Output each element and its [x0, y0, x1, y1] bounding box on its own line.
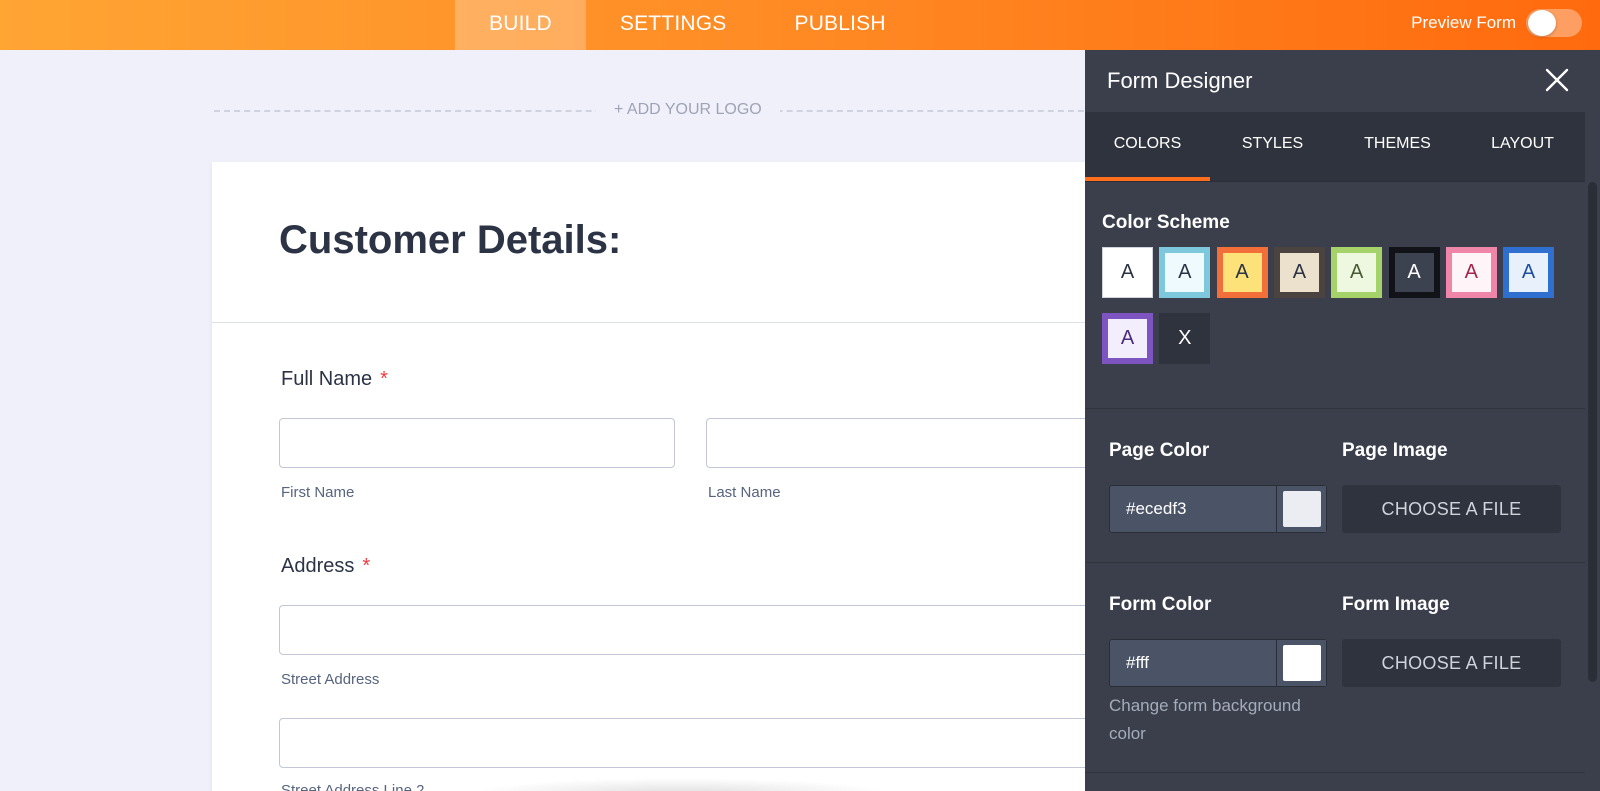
- form-card: Customer Details: Full Name * First Name …: [212, 162, 1129, 791]
- swatch-label: A: [1394, 253, 1434, 292]
- street-address-line2-sublabel: Street Address Line 2: [281, 782, 425, 791]
- color-scheme-swatch[interactable]: A: [1503, 247, 1555, 298]
- color-scheme-swatch[interactable]: A: [1102, 247, 1153, 298]
- last-name-sublabel: Last Name: [708, 484, 781, 501]
- builder-tabs: BUILD SETTINGS PUBLISH: [455, 0, 920, 50]
- preview-form-toggle[interactable]: [1526, 9, 1582, 37]
- color-scheme-swatch[interactable]: A: [1331, 247, 1383, 298]
- form-color-help-text: Change form background color: [1109, 696, 1301, 743]
- street-address-input[interactable]: [279, 605, 1129, 655]
- required-asterisk: *: [380, 368, 388, 390]
- page-color-picker[interactable]: [1276, 486, 1326, 532]
- swatch-label: A: [1165, 253, 1205, 292]
- tab-build[interactable]: BUILD: [455, 0, 586, 50]
- color-scheme-swatch[interactable]: A: [1102, 313, 1153, 364]
- close-icon[interactable]: [1543, 66, 1571, 94]
- section-divider: [1085, 562, 1585, 563]
- color-scheme-swatch[interactable]: A: [1445, 247, 1497, 298]
- section-divider: [1085, 772, 1585, 773]
- swatch-label: A: [1108, 319, 1147, 358]
- full-name-label: Full Name *: [281, 368, 388, 391]
- tab-colors[interactable]: COLORS: [1085, 112, 1210, 181]
- designer-tabs: COLORS STYLES THEMES LAYOUT: [1085, 112, 1585, 182]
- swatch-label: A: [1451, 253, 1491, 292]
- swatch-label: A: [1279, 253, 1319, 292]
- color-scheme-swatch[interactable]: A: [1273, 247, 1325, 298]
- color-scheme-swatch[interactable]: A: [1216, 247, 1268, 298]
- swatch-label: A: [1108, 253, 1147, 292]
- color-scheme-title: Color Scheme: [1102, 212, 1230, 233]
- required-asterisk: *: [362, 555, 371, 577]
- form-designer-panel: Form Designer COLORS STYLES THEMES LAYOU…: [1085, 50, 1585, 791]
- page-image-title: Page Image: [1342, 440, 1448, 461]
- page-image-choose-button[interactable]: CHOOSE A FILE: [1342, 485, 1561, 533]
- form-image-choose-button[interactable]: CHOOSE A FILE: [1342, 639, 1561, 687]
- preview-form-control: Preview Form: [1411, 9, 1582, 37]
- form-color-field[interactable]: #fff: [1109, 639, 1327, 687]
- tab-layout[interactable]: LAYOUT: [1460, 112, 1585, 181]
- toggle-knob: [1528, 10, 1556, 36]
- drop-shadow: [470, 778, 890, 791]
- add-logo-link[interactable]: + ADD YOUR LOGO: [596, 101, 780, 119]
- preview-form-label: Preview Form: [1411, 13, 1516, 32]
- street-address-line2-input[interactable]: [279, 718, 1129, 768]
- swatch-label: X: [1165, 319, 1205, 358]
- color-scheme-swatch[interactable]: A: [1159, 247, 1211, 298]
- section-divider: [1085, 408, 1585, 409]
- form-color-swatch: [1282, 645, 1321, 681]
- scrollbar-thumb[interactable]: [1588, 182, 1597, 682]
- form-color-picker[interactable]: [1276, 640, 1326, 686]
- first-name-input[interactable]: [279, 418, 675, 468]
- swatch-label: A: [1337, 253, 1377, 292]
- swatch-label: A: [1509, 253, 1549, 292]
- form-image-title: Form Image: [1342, 594, 1450, 615]
- last-name-input[interactable]: [706, 418, 1126, 468]
- designer-scrollbar[interactable]: [1585, 50, 1600, 791]
- address-label: Address *: [281, 555, 370, 578]
- reset-color-scheme-button[interactable]: X: [1159, 313, 1211, 364]
- title-divider: [212, 322, 1112, 323]
- top-navigation-bar: BUILD SETTINGS PUBLISH Preview Form: [0, 0, 1600, 50]
- swatch-label: A: [1222, 253, 1262, 292]
- page-color-swatch: [1282, 491, 1321, 527]
- page-color-field[interactable]: #ecedf3: [1109, 485, 1327, 533]
- designer-title: Form Designer: [1107, 68, 1253, 93]
- tab-themes[interactable]: THEMES: [1335, 112, 1460, 181]
- tab-publish[interactable]: PUBLISH: [760, 0, 919, 50]
- street-address-sublabel: Street Address: [281, 671, 380, 688]
- first-name-sublabel: First Name: [281, 484, 355, 501]
- tab-settings[interactable]: SETTINGS: [586, 0, 761, 50]
- color-scheme-swatch[interactable]: A: [1388, 247, 1440, 298]
- form-color-value[interactable]: #fff: [1110, 640, 1276, 686]
- page-color-value[interactable]: #ecedf3: [1110, 486, 1276, 532]
- designer-header: Form Designer: [1085, 50, 1585, 112]
- form-title[interactable]: Customer Details:: [279, 218, 621, 263]
- form-color-title: Form Color: [1109, 594, 1212, 615]
- address-label-text: Address: [281, 555, 355, 577]
- page-color-title: Page Color: [1109, 440, 1210, 461]
- tab-styles[interactable]: STYLES: [1210, 112, 1335, 181]
- full-name-label-text: Full Name: [281, 368, 373, 390]
